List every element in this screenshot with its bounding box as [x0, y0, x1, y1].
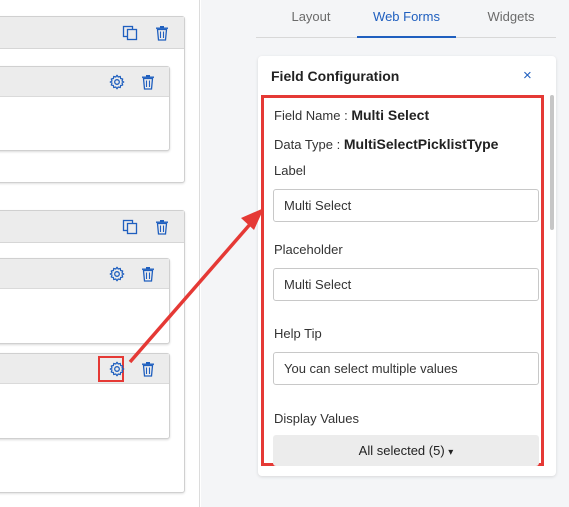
- section-header: [0, 211, 184, 243]
- tab-widgets[interactable]: Widgets: [472, 0, 550, 38]
- gear-icon[interactable]: [109, 266, 125, 282]
- dropdown-label: All selected (5): [358, 443, 445, 458]
- field-name-label: Field Name :: [274, 108, 348, 123]
- scrollbar[interactable]: [550, 95, 554, 230]
- gear-icon[interactable]: [109, 361, 125, 377]
- form-field-selected[interactable]: [0, 353, 170, 439]
- trash-icon[interactable]: [154, 219, 170, 235]
- tab-web-forms[interactable]: Web Forms: [357, 0, 456, 38]
- placeholder-input[interactable]: [273, 268, 539, 301]
- field-header: [0, 67, 169, 97]
- config-highlight-box: Field Name : Multi Select Data Type : Mu…: [261, 95, 544, 466]
- form-field[interactable]: [0, 258, 170, 344]
- gear-icon[interactable]: [109, 74, 125, 90]
- form-section: [0, 210, 185, 493]
- data-type-value: MultiSelectPicklistType: [343, 136, 499, 152]
- field-name-value: Multi Select: [351, 107, 430, 123]
- display-values-dropdown[interactable]: All selected (5) ▾: [273, 435, 539, 466]
- form-canvas: [0, 0, 200, 507]
- field-header: [0, 259, 169, 289]
- section-header: [0, 17, 184, 49]
- data-type-label: Data Type :: [274, 137, 341, 152]
- panel-title: Field Configuration: [271, 68, 400, 84]
- field-name-row: Field Name : Multi Select: [274, 107, 429, 123]
- trash-icon[interactable]: [140, 266, 156, 282]
- close-icon[interactable]: ×: [523, 67, 532, 84]
- label-input[interactable]: [273, 189, 539, 222]
- display-values-caption: Display Values: [274, 411, 360, 426]
- placeholder-caption: Placeholder: [274, 242, 343, 257]
- field-header: [0, 354, 169, 384]
- label-caption: Label: [274, 163, 306, 178]
- trash-icon[interactable]: [140, 74, 156, 90]
- trash-icon[interactable]: [154, 25, 170, 41]
- trash-icon[interactable]: [140, 361, 156, 377]
- copy-icon[interactable]: [122, 219, 138, 235]
- tab-layout[interactable]: Layout: [282, 0, 340, 38]
- copy-icon[interactable]: [122, 25, 138, 41]
- chevron-down-icon: ▾: [448, 447, 454, 458]
- help-tip-caption: Help Tip: [274, 326, 322, 341]
- form-field[interactable]: [0, 66, 170, 151]
- tab-bar: Layout Web Forms Widgets: [256, 0, 556, 38]
- help-tip-input[interactable]: [273, 352, 539, 385]
- pane-divider: [201, 0, 228, 507]
- data-type-row: Data Type : MultiSelectPicklistType: [274, 136, 498, 152]
